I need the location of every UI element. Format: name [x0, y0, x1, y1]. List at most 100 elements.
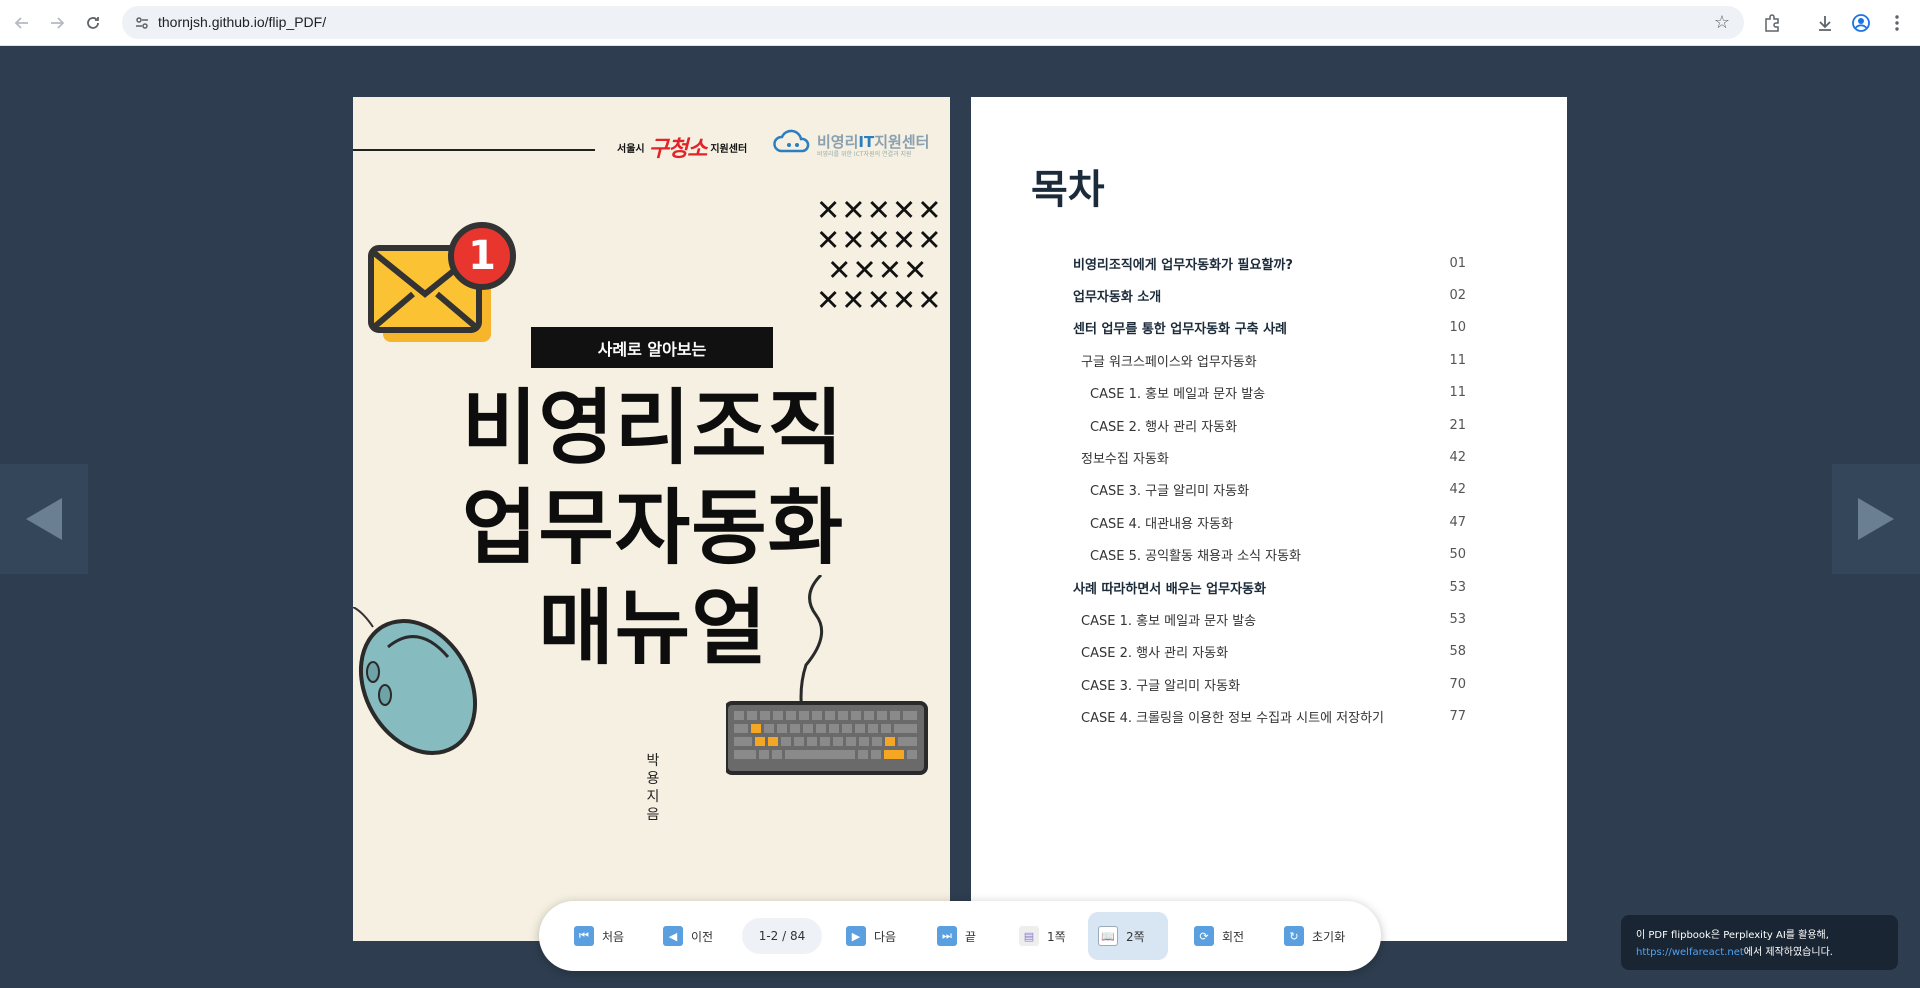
prev-page-arrow[interactable] [0, 464, 88, 574]
toc-item[interactable]: 사례 따라하면서 배우는 업무자동화 53 [1073, 571, 1466, 603]
download-icon[interactable] [1813, 11, 1837, 35]
toc-item-label: CASE 4. 크롤링을 이용한 정보 수집과 시트에 저장하기 [1081, 711, 1385, 727]
toc-item[interactable]: CASE 1. 홍보 메일과 문자 발송 53 [1073, 603, 1466, 635]
keyboard-icon [724, 573, 936, 779]
toc-item[interactable]: CASE 2. 행사 관리 자동화 21 [1073, 409, 1466, 441]
logo-seoul-prefix: 서울시 [617, 143, 645, 155]
toc-item[interactable]: CASE 2. 행사 관리 자동화 58 [1073, 636, 1466, 668]
reset-button[interactable]: ↻ 초기화 [1274, 912, 1355, 960]
title-line-1: 비영리조직 [461, 381, 845, 476]
notice-link[interactable]: https://welfareact.net [1636, 947, 1744, 958]
nonprofit-it-center-logo: 비영리IT지원센터 비영리를 위한 ICT자원의 연결과 지원 [773, 127, 929, 158]
toc-page[interactable]: 목차 비영리조직에게 업무자동화가 필요할까? 01 업무자동화 소개 02 센터 업무… [971, 97, 1567, 941]
address-bar[interactable]: thornjsh.github.io/flip_PDF/ ☆ [122, 6, 1744, 39]
toc-item-label: 비영리조직에게 업무자동화가 필요할까? [1073, 257, 1293, 273]
menu-dots-icon[interactable] [1885, 11, 1909, 35]
profile-icon[interactable] [1849, 11, 1873, 35]
first-label: 처음 [602, 929, 625, 944]
toc-item[interactable]: CASE 3. 구글 알리미 자동화 42 [1073, 474, 1466, 506]
toc-item[interactable]: CASE 3. 구글 알리미 자동화 70 [1073, 668, 1466, 700]
toc-item[interactable]: 업무자동화 소개 02 [1073, 279, 1466, 311]
divider-line [353, 149, 595, 151]
toc-item-label: CASE 3. 구글 알리미 자동화 [1081, 678, 1241, 694]
logo-seoul-brand: 구청소 [648, 137, 708, 162]
toc-item-label: CASE 1. 홍보 메일과 문자 발송 [1081, 613, 1257, 629]
toc-item-label: 사례 따라하면서 배우는 업무자동화 [1073, 581, 1266, 597]
credit-notice: 이 PDF flipbook은 Perplexity AI를 활용해, http… [1621, 915, 1898, 970]
next-page-arrow[interactable] [1832, 464, 1920, 574]
toc-item-page: 47 [1449, 514, 1466, 530]
last-page-button[interactable]: ⏭ 끝 [927, 912, 986, 960]
notification-badge: 1 [448, 222, 516, 290]
double-page-button[interactable]: 📖 2쪽 [1088, 912, 1168, 960]
toc-item[interactable]: CASE 5. 공익활동 채용과 소식 자동화 50 [1073, 539, 1466, 571]
extensions-icon[interactable] [1760, 11, 1784, 35]
notice-line-1: 이 PDF flipbook은 Perplexity AI를 활용해, [1636, 930, 1829, 941]
toc-item-page: 02 [1449, 288, 1466, 304]
single-label: 1쪽 [1047, 929, 1066, 944]
toc-item-page: 01 [1449, 255, 1466, 271]
toc-title: 목차 [1031, 167, 1105, 213]
reset-icon: ↻ [1284, 926, 1304, 946]
back-arrow-icon[interactable] [10, 11, 34, 35]
toc-item[interactable]: 비영리조직에게 업무자동화가 필요할까? 01 [1073, 247, 1466, 279]
cloud-icon [773, 129, 810, 153]
site-settings-icon[interactable] [134, 15, 150, 31]
toc-item-page: 58 [1449, 644, 1466, 660]
skip-last-icon: ⏭ [937, 926, 957, 946]
first-page-button[interactable]: ⏮ 처음 [564, 912, 634, 960]
logo-seoul-suffix: 지원센터 [710, 143, 748, 155]
toc-item[interactable]: 구글 워크스페이스와 업무자동화 11 [1073, 344, 1466, 376]
toc-item-label: CASE 3. 구글 알리미 자동화 [1090, 484, 1250, 500]
toc-item-label: CASE 4. 대관내용 자동화 [1090, 516, 1233, 532]
toc-item-page: 53 [1449, 579, 1466, 595]
toc-item[interactable]: CASE 4. 크롤링을 이용한 정보 수집과 시트에 저장하기 77 [1073, 700, 1466, 732]
url-text: thornjsh.github.io/flip_PDF/ [158, 14, 327, 30]
seoul-center-logo: 서울시 구청소 지원센터 [617, 131, 747, 163]
bookmark-star-icon[interactable]: ☆ [1714, 12, 1730, 33]
toc-item-page: 53 [1449, 611, 1466, 627]
rotate-button[interactable]: ⟳ 회전 [1184, 912, 1254, 960]
prev-label: 이전 [691, 929, 714, 944]
notice-line-2: https://welfareact.net에서 제작하였습니다. [1636, 944, 1883, 961]
author-label: 박용 지음 [646, 753, 660, 823]
toc-item-page: 10 [1449, 320, 1466, 336]
toc-item-label: CASE 5. 공익활동 채용과 소식 자동화 [1090, 549, 1302, 565]
last-label: 끝 [965, 929, 977, 944]
toc-item[interactable]: CASE 4. 대관내용 자동화 47 [1073, 506, 1466, 538]
toc-item-page: 42 [1449, 482, 1466, 498]
toc-list: 비영리조직에게 업무자동화가 필요할까? 01 업무자동화 소개 02 센터 업무를 통… [1073, 247, 1466, 733]
left-triangle-icon [26, 498, 62, 540]
browser-toolbar: thornjsh.github.io/flip_PDF/ ☆ [0, 0, 1920, 46]
skip-first-icon: ⏮ [574, 926, 594, 946]
computer-mouse-icon [353, 606, 493, 761]
toc-item[interactable]: CASE 1. 홍보 메일과 문자 발송 11 [1073, 377, 1466, 409]
toc-item[interactable]: 센터 업무를 통한 업무자동화 구축 사례 10 [1073, 312, 1466, 344]
rotate-icon: ⟳ [1194, 926, 1214, 946]
single-page-button[interactable]: ▤ 1쪽 [1009, 912, 1076, 960]
forward-arrow-icon[interactable] [45, 11, 69, 35]
toc-item-page: 11 [1449, 352, 1466, 368]
prev-button[interactable]: ◀ 이전 [653, 912, 723, 960]
toc-item-page: 42 [1449, 450, 1466, 466]
toc-item-page: 11 [1449, 385, 1466, 401]
reset-label: 초기화 [1312, 929, 1346, 944]
x-pattern-decoration: ✕✕✕✕✕ ✕✕✕✕✕ ✕✕✕✕ ✕✕✕✕✕ [816, 193, 943, 317]
next-button[interactable]: ▶ 다음 [836, 912, 906, 960]
toc-item[interactable]: 정보수집 자동화 42 [1073, 441, 1466, 473]
double-label: 2쪽 [1126, 929, 1145, 944]
reload-icon[interactable] [81, 11, 105, 35]
toc-item-label: CASE 1. 홍보 메일과 문자 발송 [1090, 387, 1266, 403]
cover-page[interactable]: 서울시 구청소 지원센터 비영리IT지원센터 비영리를 위한 ICT자원의 연결… [353, 97, 950, 941]
next-triangle-icon: ▶ [846, 926, 866, 946]
flipbook-toolbar: ⏮ 처음 ◀ 이전 1-2 / 84 ▶ 다음 ⏭ 끝 ▤ 1쪽 📖 2쪽 ⟳ … [539, 901, 1381, 971]
document-icon: ▤ [1019, 926, 1039, 946]
notice-suffix: 에서 제작하였습니다. [1743, 947, 1833, 958]
right-triangle-icon [1858, 498, 1894, 540]
toc-item-label: 정보수집 자동화 [1081, 452, 1169, 468]
toc-item-page: 21 [1449, 417, 1466, 433]
logo-it-subtitle: 비영리를 위한 ICT자원의 연결과 지원 [817, 151, 912, 158]
open-book-icon: 📖 [1098, 926, 1118, 946]
toc-item-label: CASE 2. 행사 관리 자동화 [1081, 646, 1229, 662]
toc-item-page: 77 [1449, 709, 1466, 725]
